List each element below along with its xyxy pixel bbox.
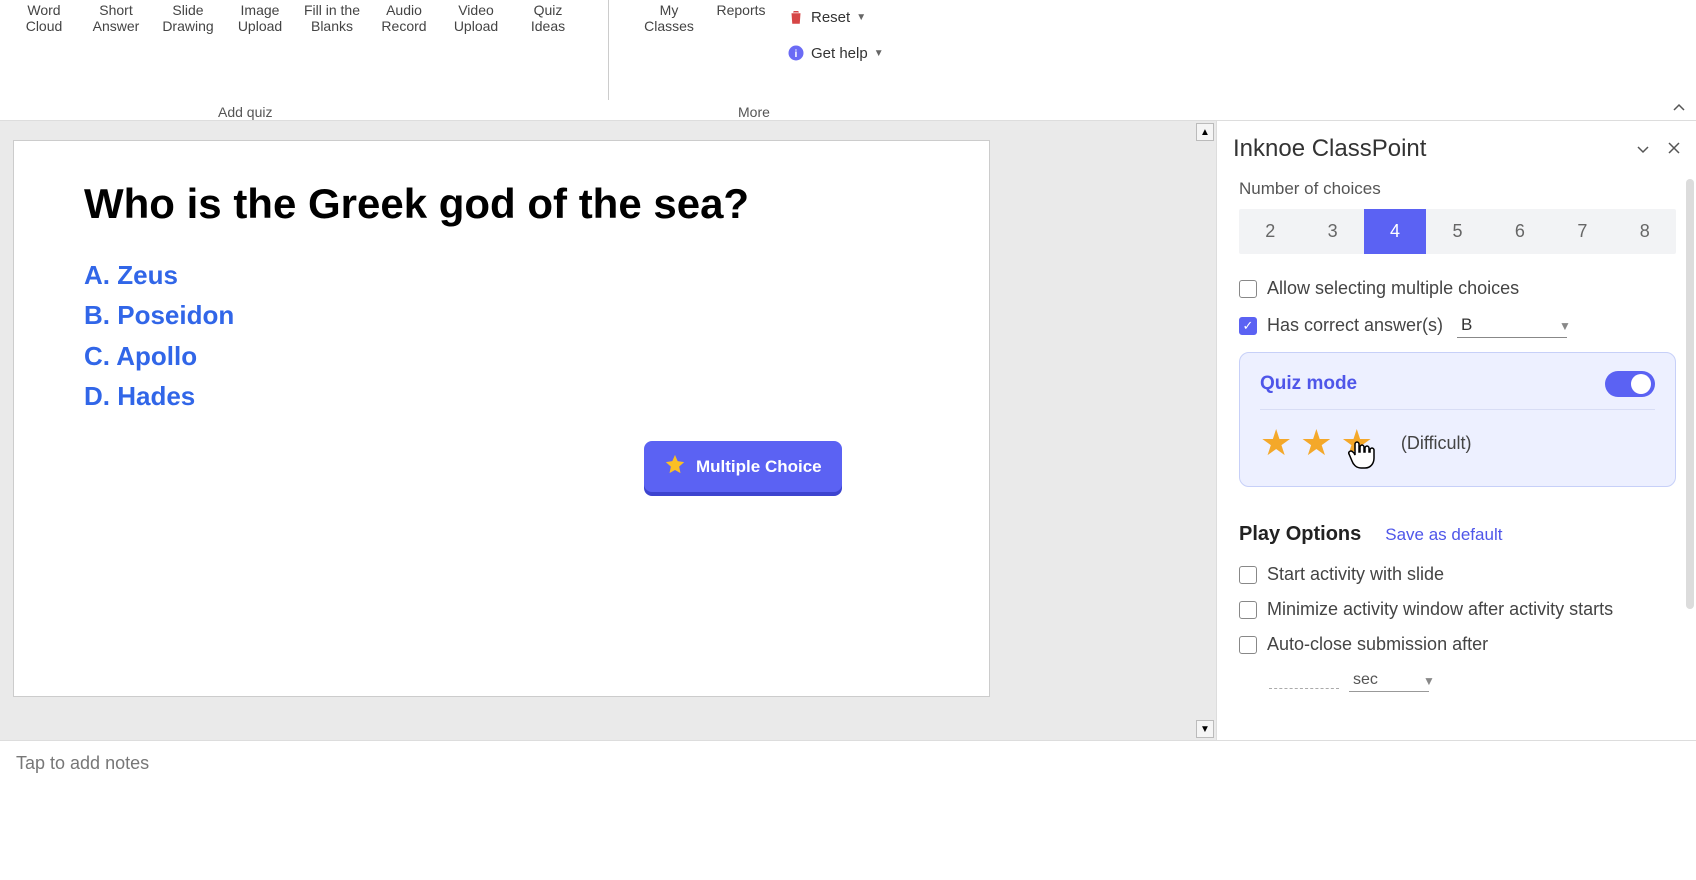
auto-close-row[interactable]: Auto-close submission after — [1239, 634, 1676, 655]
checkbox-checked-icon: ✓ — [1239, 317, 1257, 335]
checkbox-unchecked-icon — [1239, 566, 1257, 584]
svg-text:i: i — [795, 48, 798, 60]
get-help-button[interactable]: i Get help ▼ — [781, 40, 890, 66]
ribbon-divider — [608, 0, 609, 100]
num-choices-label: Number of choices — [1239, 179, 1676, 199]
ribbon-fill-blanks[interactable]: Fill in theBlanks — [296, 0, 368, 100]
choice-4[interactable]: 4 — [1364, 209, 1426, 254]
panel-close-button[interactable] — [1668, 141, 1680, 158]
notes-placeholder[interactable]: Tap to add notes — [0, 740, 1696, 788]
ribbon-slide-drawing[interactable]: SlideDrawing — [152, 0, 224, 100]
choice-6[interactable]: 6 — [1489, 209, 1551, 254]
chevron-down-icon: ▼ — [874, 48, 884, 59]
slide-scrollbar: ▲ ▼ — [1194, 121, 1216, 740]
seconds-unit-dropdown[interactable] — [1349, 669, 1429, 692]
ribbon-group-more: More — [738, 104, 770, 120]
choice-3[interactable]: 3 — [1301, 209, 1363, 254]
panel-scrollbar[interactable] — [1686, 179, 1694, 609]
ribbon-toolbar: WordCloud ShortAnswer SlideDrawing Image… — [0, 0, 1696, 120]
reset-button[interactable]: Reset ▼ — [781, 4, 890, 30]
quiz-mode-label: Quiz mode — [1260, 373, 1357, 395]
choice-5[interactable]: 5 — [1426, 209, 1488, 254]
answer-c: C. Apollo — [84, 336, 919, 376]
quiz-mode-box: Quiz mode ★ ★ ★ (Difficult) — [1239, 352, 1676, 487]
checkbox-unchecked-icon — [1239, 601, 1257, 619]
ribbon-video-upload[interactable]: VideoUpload — [440, 0, 512, 100]
panel-title: Inknoe ClassPoint — [1233, 135, 1426, 163]
auto-close-duration: ▼ — [1269, 669, 1676, 692]
ribbon-my-classes[interactable]: MyClasses — [633, 0, 705, 100]
panel-collapse-button[interactable] — [1636, 141, 1650, 158]
start-with-slide-row[interactable]: Start activity with slide — [1239, 564, 1676, 585]
checkbox-unchecked-icon — [1239, 280, 1257, 298]
trash-icon — [787, 8, 805, 26]
classpoint-panel: Inknoe ClassPoint ↑ Number of choices 2 … — [1216, 121, 1696, 740]
choice-2[interactable]: 2 — [1239, 209, 1301, 254]
question-text: Who is the Greek god of the sea? — [84, 181, 919, 227]
answer-d: D. Hades — [84, 376, 919, 416]
allow-multi-row[interactable]: Allow selecting multiple choices — [1239, 278, 1676, 299]
seconds-input[interactable] — [1269, 673, 1339, 689]
slide-canvas-area: Who is the Greek god of the sea? A. Zeus… — [0, 121, 1194, 740]
cursor-hand-icon — [1346, 438, 1376, 477]
star-icon: ★ — [1300, 422, 1332, 464]
ribbon-word-cloud[interactable]: WordCloud — [8, 0, 80, 100]
answer-a: A. Zeus — [84, 255, 919, 295]
save-default-link[interactable]: Save as default — [1385, 525, 1502, 545]
difficulty-label: (Difficult) — [1401, 433, 1472, 454]
ribbon-short-answer[interactable]: ShortAnswer — [80, 0, 152, 100]
difficulty-stars[interactable]: ★ ★ ★ (Difficult) — [1260, 422, 1655, 464]
panel-scroll-up-icon: ↑ — [1689, 173, 1695, 175]
choice-7[interactable]: 7 — [1551, 209, 1613, 254]
minimize-window-row[interactable]: Minimize activity window after activity … — [1239, 599, 1676, 620]
scroll-up-button[interactable]: ▲ — [1196, 123, 1214, 141]
has-correct-row[interactable]: ✓ Has correct answer(s) ▼ — [1239, 313, 1676, 338]
collapse-ribbon-button[interactable] — [1672, 100, 1686, 116]
choice-8[interactable]: 8 — [1614, 209, 1676, 254]
ribbon-group-addquiz: Add quiz — [218, 104, 272, 120]
correct-answer-dropdown[interactable] — [1457, 313, 1567, 338]
play-options-heading: Play Options — [1239, 523, 1361, 546]
num-choices-selector: 2 3 4 5 6 7 8 — [1239, 209, 1676, 254]
info-icon: i — [787, 44, 805, 62]
ribbon-quiz-ideas[interactable]: QuizIdeas — [512, 0, 584, 100]
answers-list: A. Zeus B. Poseidon C. Apollo D. Hades — [84, 255, 919, 416]
ribbon-audio-record[interactable]: AudioRecord — [368, 0, 440, 100]
scroll-down-button[interactable]: ▼ — [1196, 720, 1214, 738]
checkbox-unchecked-icon — [1239, 636, 1257, 654]
chevron-down-icon: ▼ — [856, 12, 866, 23]
answer-b: B. Poseidon — [84, 295, 919, 335]
ribbon-image-upload[interactable]: ImageUpload — [224, 0, 296, 100]
star-icon: ★ — [1260, 422, 1292, 464]
quiz-mode-toggle[interactable] — [1605, 371, 1655, 397]
multiple-choice-button[interactable]: Multiple Choice — [644, 441, 842, 492]
slide[interactable]: Who is the Greek god of the sea? A. Zeus… — [14, 141, 989, 696]
ribbon-reports[interactable]: Reports — [705, 0, 777, 100]
star-icon — [664, 453, 686, 480]
